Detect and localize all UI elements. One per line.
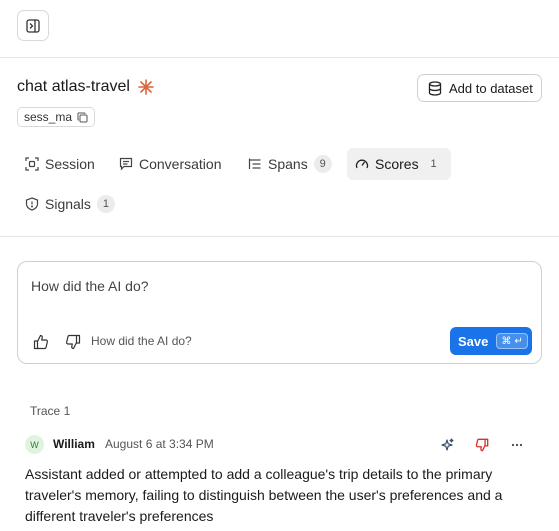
add-to-dataset-label: Add to dataset — [449, 80, 533, 96]
tab-spans-label: Spans — [268, 156, 308, 172]
scores-count-badge: 1 — [430, 158, 437, 170]
add-to-dataset-button[interactable]: Add to dataset — [417, 74, 542, 102]
tab-signals-label: Signals — [45, 196, 91, 212]
sparkle-icon — [138, 79, 154, 95]
thumbs-up-icon — [33, 334, 48, 350]
thumbs-up-button[interactable] — [32, 333, 50, 351]
copy-icon[interactable] — [77, 112, 88, 123]
session-id-chip[interactable]: sess_ma — [17, 107, 96, 127]
shield-icon — [25, 197, 39, 211]
title-row: chat atlas-travel — [17, 78, 154, 96]
list-tree-icon — [248, 158, 261, 169]
tab-conversation-label: Conversation — [139, 156, 222, 172]
toggle-panel-button[interactable] — [17, 10, 49, 41]
tab-scores[interactable]: Scores 1 — [347, 148, 451, 180]
avatar: W — [25, 435, 44, 454]
ai-sparkle-button[interactable] — [438, 436, 456, 454]
score-comment: Assistant added or attempted to add a co… — [25, 466, 503, 524]
trace-label: Trace 1 — [30, 404, 71, 418]
ai-sparkle-icon — [441, 438, 454, 451]
author-name: William — [53, 437, 95, 451]
sidebar-panel-icon — [26, 18, 40, 33]
timestamp: August 6 at 3:34 PM — [105, 437, 214, 451]
more-options-button[interactable] — [508, 436, 526, 454]
thumbs-down-rating[interactable] — [473, 436, 491, 454]
thumbs-down-button[interactable] — [64, 333, 82, 351]
top-divider — [0, 57, 559, 58]
database-icon — [428, 80, 442, 96]
keyboard-shortcut-hint: ⌘ ↵ — [496, 333, 528, 349]
tab-session[interactable]: Session — [17, 148, 103, 180]
thumbs-down-icon — [475, 438, 489, 452]
more-horizontal-icon — [511, 443, 523, 447]
tabs-divider — [0, 236, 559, 237]
signals-count-badge: 1 — [96, 195, 115, 213]
tab-conversation[interactable]: Conversation — [111, 148, 230, 180]
tab-signals[interactable]: Signals 1 — [17, 188, 123, 220]
save-label: Save — [458, 333, 489, 349]
comment-hint[interactable]: How did the AI do? — [91, 334, 192, 348]
score-prompt-input[interactable]: How did the AI do? — [31, 278, 149, 294]
spans-count-badge: 9 — [313, 155, 332, 173]
tab-scores-label: Scores — [375, 156, 419, 172]
save-button[interactable]: Save ⌘ ↵ — [450, 327, 532, 355]
tab-spans[interactable]: Spans 9 — [240, 148, 340, 180]
chat-bubble-icon — [119, 157, 133, 171]
page-title: chat atlas-travel — [17, 78, 130, 95]
score-form: How did the AI do? How did the AI do? Sa… — [17, 261, 542, 364]
tab-session-label: Session — [45, 156, 95, 172]
scan-icon — [25, 157, 39, 171]
session-id: sess_ma — [24, 110, 73, 124]
gauge-icon — [355, 159, 369, 169]
thumbs-down-icon — [66, 334, 81, 350]
